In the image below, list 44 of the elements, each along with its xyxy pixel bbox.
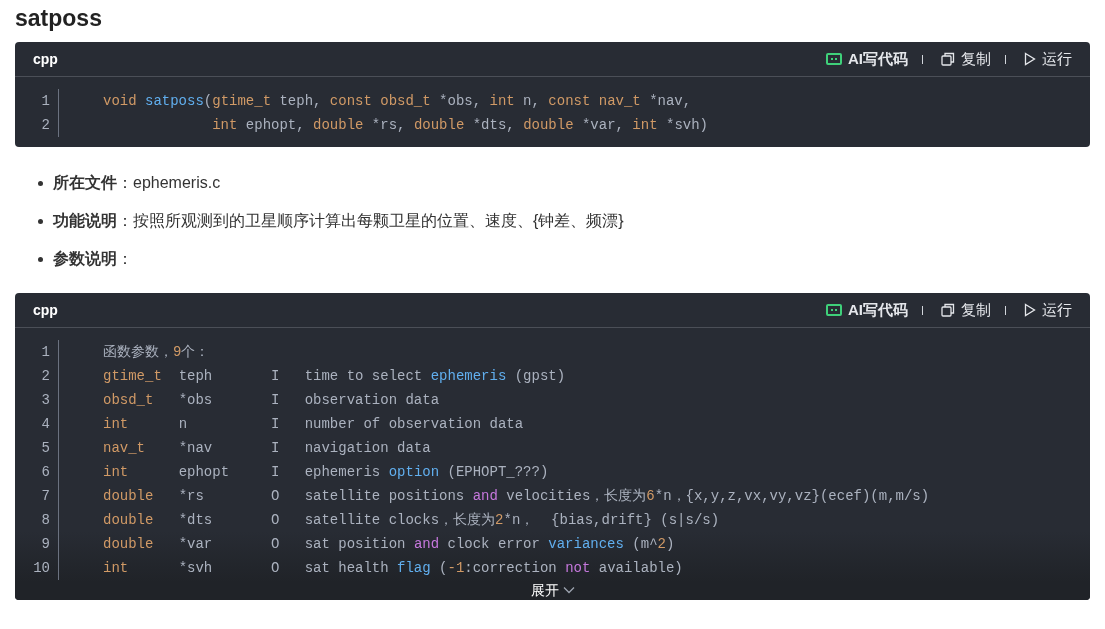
code-line: gtime_t teph I time to select ephemeris (gpst): [103, 367, 566, 386]
line-number: 5: [41, 439, 50, 458]
chat-icon: [826, 304, 842, 316]
language-label: cpp: [33, 300, 58, 320]
list-text: 所在文件：ephemeris.c: [53, 173, 221, 193]
line-number: 1: [41, 92, 50, 111]
line-number: 1: [41, 343, 50, 362]
code-line: int ephopt, double *rs, double *dts, double *var, int *svh): [212, 116, 708, 135]
copy-icon: [941, 52, 955, 66]
code-line: double *rs O satellite positions and velocities，长度为6*n，{x,y,z,vx,vy,vz}(ecef)(m,m/s): [103, 487, 930, 506]
copy-button[interactable]: 复制: [941, 47, 991, 71]
section-heading: satposs: [15, 4, 103, 33]
line-number: 2: [41, 367, 50, 386]
run-button[interactable]: 运行: [1024, 47, 1072, 71]
line-number: 3: [41, 391, 50, 410]
chevron-down-icon: [562, 586, 575, 594]
code-line: int n I number of observation data: [103, 415, 524, 434]
code-line: double *dts O satellite clocks，长度为2*n， {bias,drift} (s|s/s): [103, 511, 720, 530]
ai-code-button[interactable]: AI写代码: [826, 47, 908, 71]
line-number: 7: [41, 487, 50, 506]
ai-code-button[interactable]: AI写代码: [826, 298, 908, 322]
code-line: obsd_t *obs I observation data: [103, 391, 440, 410]
code-line: void satposs(gtime_t teph, const obsd_t *obs, int n, const nav_t *nav,: [103, 92, 692, 111]
line-number: 6: [41, 463, 50, 482]
expand-button[interactable]: 展开: [530, 582, 575, 598]
language-label: cpp: [33, 49, 58, 69]
code-line: int ephopt I ephemeris option (EPHOPT_???): [103, 463, 549, 482]
play-icon: [1024, 52, 1036, 66]
line-number: 9: [41, 535, 50, 554]
list-text: 参数说明：: [53, 249, 133, 269]
list-text: 功能说明：按照所观测到的卫星顺序计算出每颗卫星的位置、速度、{钟差、频漂}: [53, 211, 624, 231]
copy-button[interactable]: 复制: [941, 298, 991, 322]
copy-icon: [941, 303, 955, 317]
code-line: int *svh O sat health flag (-1:correction not available): [103, 559, 683, 578]
line-number: 8: [41, 511, 50, 530]
run-button[interactable]: 运行: [1024, 298, 1072, 322]
chat-icon: [826, 53, 842, 65]
code-line: nav_t *nav I navigation data: [103, 439, 431, 458]
line-number: 10: [33, 559, 50, 578]
code-line: double *var O sat position and clock error variances (m^2): [103, 535, 675, 554]
line-number: 2: [41, 116, 50, 135]
line-number: 4: [41, 415, 50, 434]
code-line: 函数参数，9个：: [103, 343, 210, 362]
play-icon: [1024, 303, 1036, 317]
